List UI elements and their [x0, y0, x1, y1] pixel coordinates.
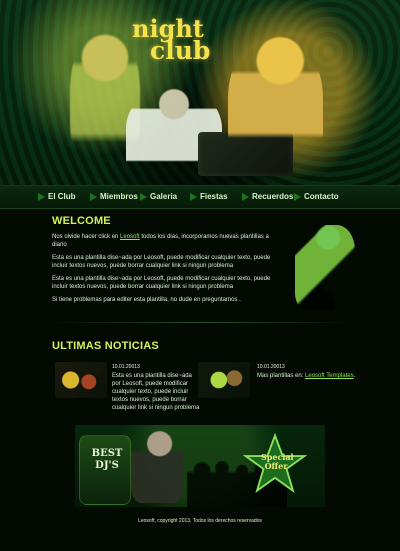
news-text-2-before: Mas plantillas en:: [257, 373, 306, 379]
logo-club-text: club: [150, 36, 211, 65]
news-thumb-1[interactable]: [55, 362, 107, 398]
best-djs-panel: BEST DJ'S: [79, 435, 131, 505]
offer-text: Offer: [264, 461, 288, 471]
content-divider: [52, 322, 352, 323]
welcome-p1-before: Nos olvide hacer click en: [52, 234, 121, 240]
nav-fiestas[interactable]: Fiestas: [190, 190, 228, 204]
special-offer-text: Special Offer: [261, 453, 294, 471]
news-date-1: 10.01.20013: [112, 364, 140, 370]
main-nav: El Club Miembros Galeria Fiestas Recuerd…: [0, 185, 400, 209]
nav-miembros[interactable]: Miembros: [90, 190, 138, 204]
news-text-2-after: .: [353, 373, 356, 379]
news-text-2: Mas plantillas en: Leosoft Templates.: [257, 372, 367, 380]
news-date-2: 10.01.20013: [257, 364, 285, 370]
leosoft-templates-link[interactable]: Leosoft Templates: [305, 373, 354, 379]
breakdancer-image: [295, 225, 355, 310]
hero-figure-right: [228, 36, 323, 174]
welcome-paragraph-1: Nos olvide hacer click en Leosoft todos …: [52, 233, 277, 249]
welcome-paragraph-4: Si tiene problemas para editer esta plan…: [52, 297, 241, 303]
nav-contacto[interactable]: Contacto: [294, 190, 339, 204]
promo-banner[interactable]: BEST DJ'S Special Offer: [75, 425, 325, 507]
best-text: BEST: [91, 448, 123, 459]
welcome-paragraph-3: Esta es una plantilla dise~ada por Leoso…: [52, 276, 271, 290]
djs-text: DJ'S: [95, 460, 119, 471]
welcome-title: WELCOME: [52, 215, 111, 227]
nav-el-club[interactable]: El Club: [38, 190, 76, 204]
dj-portrait-image: [131, 427, 183, 503]
welcome-paragraph-2: Esta es una plantilla dise~ada por Leoso…: [52, 255, 271, 269]
leosoft-link[interactable]: Leosoft: [120, 234, 140, 240]
nav-galeria[interactable]: Galeria: [139, 190, 177, 204]
night-club-logo[interactable]: night club: [132, 14, 212, 68]
nav-recuerdos[interactable]: Recuerdos: [241, 190, 293, 204]
news-text-1: Esta es una plantilla dise~ada por Leoso…: [112, 373, 200, 411]
hero-banner: night club: [0, 0, 400, 185]
news-title: ULTIMAS NOTICIAS: [52, 340, 159, 352]
best-djs-text: BEST DJ'S: [87, 448, 127, 472]
news-thumb-2[interactable]: [198, 362, 250, 398]
footer-copyright: Leosoft, copyright 2013. Todos los derec…: [138, 518, 262, 524]
